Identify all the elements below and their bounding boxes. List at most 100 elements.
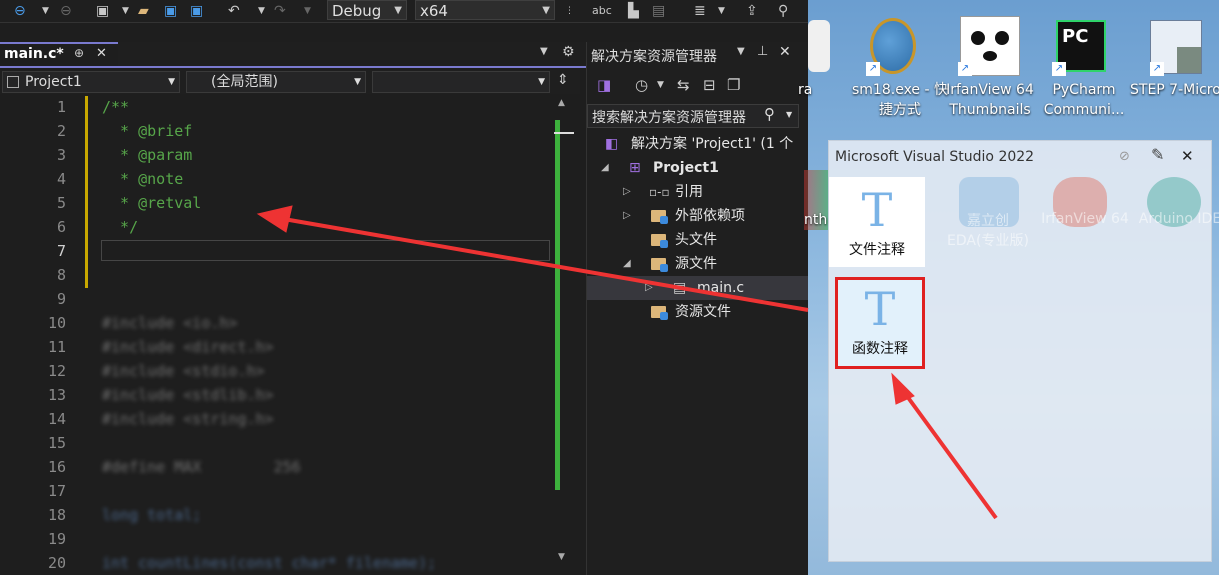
text-T-icon: T <box>864 282 896 336</box>
main-toolbar: ⊖ ▼ ⊖ ▣ ▼ ▰ ▣ ▣ ↶ ▼ ↷ ▼ Debug ▼ x64 ▼ ⋮ ab… <box>0 0 808 23</box>
project-dropdown-value: Project1 <box>25 74 82 90</box>
scope-dropdown[interactable]: (全局范围) ▼ <box>186 71 366 93</box>
search-icon[interactable]: ⚲ <box>764 105 775 123</box>
line-number: 4 <box>56 170 66 188</box>
shortcut-arrow-icon: ↗ <box>958 62 972 76</box>
solution-search-input[interactable]: 搜索解决方案资源管理器 ⚲ ▼ <box>587 104 799 128</box>
pin-icon[interactable]: ✎ <box>1151 145 1164 164</box>
pin-icon[interactable]: ⊥ <box>757 44 768 59</box>
window-options-icon[interactable]: ▼ <box>737 46 745 57</box>
editor-tab-bar: main.c* ⊕ ✕ ▼ ⚙ <box>0 42 586 66</box>
faded-icon-label: Arduino IDE <box>1138 211 1219 227</box>
chevron-down-icon[interactable]: ▼ <box>786 110 792 119</box>
tree-item-source-files[interactable]: ◢ 源文件 <box>587 252 809 276</box>
close-icon[interactable]: ✕ <box>1181 147 1194 165</box>
solution-icon: ◧ <box>605 136 619 152</box>
step-icon[interactable]: ▙ <box>628 2 639 20</box>
split-icon[interactable]: ⇕ <box>557 72 569 88</box>
line-number: 18 <box>47 506 66 524</box>
forward-icon[interactable]: ⊖ <box>60 2 72 20</box>
save-all-icon[interactable]: ▣ <box>190 2 203 20</box>
switch-views-icon[interactable]: ◨ <box>597 76 611 94</box>
scroll-down-icon[interactable]: ▼ <box>558 552 565 562</box>
collapsed-icon[interactable]: ▷ <box>645 276 653 300</box>
collapse-all-icon[interactable]: ⊟ <box>703 76 716 94</box>
line-number: 8 <box>56 266 66 284</box>
file-comment-tile[interactable]: T 文件注释 <box>829 177 925 267</box>
folder-icon <box>651 210 668 224</box>
line-number: 16 <box>47 458 66 476</box>
scroll-up-icon[interactable]: ▲ <box>558 98 565 108</box>
sync-icon[interactable]: ⇆ <box>677 76 690 94</box>
tree-item-resource-files[interactable]: 资源文件 <box>587 300 809 324</box>
code-line: * @brief <box>102 122 193 140</box>
configuration-value: Debug <box>332 2 382 20</box>
collapsed-icon[interactable]: ▷ <box>623 180 631 204</box>
line-number: 15 <box>47 434 66 452</box>
desktop-icon-label: ra <box>798 82 813 98</box>
blurred-code-line: int countLines(const char* filename); <box>102 554 437 572</box>
code-line: */ <box>102 218 139 236</box>
line-number: 6 <box>56 218 66 236</box>
tree-item-label: 头文件 <box>675 232 717 248</box>
tree-item-header-files[interactable]: 头文件 <box>587 228 809 252</box>
chevron-down-icon[interactable]: ▼ <box>304 2 311 20</box>
close-icon[interactable]: ✕ <box>779 44 791 60</box>
tile-label: 文件注释 <box>849 242 905 258</box>
chevron-down-icon[interactable]: ▼ <box>657 80 664 90</box>
configuration-select[interactable]: Debug ▼ <box>327 0 407 20</box>
pin-icon[interactable]: ⊕ <box>74 46 84 60</box>
redo-icon[interactable]: ↷ <box>274 2 286 20</box>
solution-node[interactable]: ◧ 解决方案 'Project1' (1 个 <box>587 132 809 156</box>
desktop-icon-label: IrfanView 64 Thumbnails <box>946 82 1034 118</box>
close-icon[interactable]: ✕ <box>96 46 107 61</box>
tree-item-main-c[interactable]: ▷ ▤ main.c <box>587 276 809 300</box>
changed-lines-marker <box>85 96 88 288</box>
open-folder-icon[interactable]: ▰ <box>138 2 149 20</box>
project-dropdown[interactable]: Project1 ▼ <box>2 71 180 93</box>
history-icon[interactable]: ◷ <box>635 76 648 94</box>
tab-list-dropdown-icon[interactable]: ▼ <box>540 46 548 57</box>
project-label: Project1 <box>653 160 719 176</box>
chevron-down-icon[interactable]: ▼ <box>122 2 129 20</box>
chevron-down-icon[interactable]: ▼ <box>42 2 49 20</box>
format-icon[interactable]: ≣ <box>694 2 706 20</box>
solution-explorer: 解决方案资源管理器 ▼ ⊥ ✕ ◨ ◷ ▼ ⇆ ⊟ ❐ 搜索解决方案资源管理器 … <box>586 42 809 575</box>
show-all-files-icon[interactable]: ❐ <box>727 76 740 94</box>
hide-icon[interactable]: ⊘ <box>1119 149 1130 164</box>
chevron-down-icon[interactable]: ▼ <box>718 2 725 20</box>
code-line: * @note <box>102 170 184 188</box>
filter-folder-icon <box>651 306 668 320</box>
solution-explorer-title: 解决方案资源管理器 <box>591 49 717 65</box>
platform-select[interactable]: x64 ▼ <box>415 0 555 20</box>
tab-main-c[interactable]: main.c* ⊕ ✕ <box>0 42 118 66</box>
expanded-icon[interactable]: ◢ <box>601 156 609 180</box>
partial-icon-label: nth <box>804 212 828 228</box>
breakpoint-icon[interactable]: ▤ <box>652 2 665 20</box>
new-project-icon[interactable]: ▣ <box>96 2 109 20</box>
share-icon[interactable]: ⇪ <box>746 2 758 20</box>
tree-item-label: 资源文件 <box>675 304 731 320</box>
tree-item-external-dependencies[interactable]: ▷ 外部依赖项 <box>587 204 809 228</box>
line-number: 20 <box>47 554 66 572</box>
cpp-project-icon: ⊞ <box>629 160 641 176</box>
gear-icon[interactable]: ⚙ <box>562 44 575 60</box>
overflow-icon[interactable]: ⋮ <box>565 2 574 20</box>
live-share-icon[interactable]: ⚲ <box>778 2 788 20</box>
member-dropdown[interactable]: ▼ <box>372 71 550 93</box>
function-comment-tile[interactable]: T 函数注释 <box>835 277 925 369</box>
back-icon[interactable]: ⊖ <box>14 2 26 20</box>
tree-item-references[interactable]: ▷ ▫-▫ 引用 <box>587 180 809 204</box>
line-number: 7 <box>56 242 66 260</box>
chevron-down-icon[interactable]: ▼ <box>258 2 265 20</box>
scrollbar-change-marker <box>555 120 560 490</box>
spellcheck-icon[interactable]: abc <box>592 2 612 20</box>
undo-icon[interactable]: ↶ <box>228 2 240 20</box>
tree-item-label: 源文件 <box>675 256 717 272</box>
collapsed-icon[interactable]: ▷ <box>623 204 631 228</box>
project-node[interactable]: ◢ ⊞ Project1 <box>587 156 809 180</box>
expanded-icon[interactable]: ◢ <box>623 252 631 276</box>
line-number: 9 <box>56 290 66 308</box>
app-icon[interactable] <box>808 20 830 72</box>
save-icon[interactable]: ▣ <box>164 2 177 20</box>
